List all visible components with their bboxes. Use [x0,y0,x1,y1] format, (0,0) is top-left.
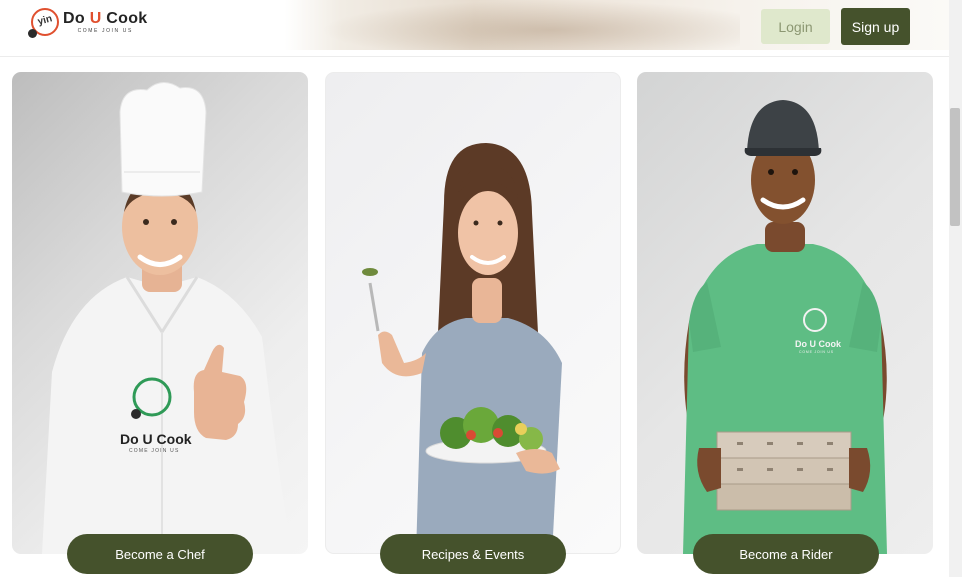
signup-button[interactable]: Sign up [841,8,910,45]
svg-text:COME JOIN US: COME JOIN US [129,448,180,454]
header-divider [0,56,949,57]
site-logo[interactable]: yin Do U Cook COME JOIN US [28,8,148,38]
svg-text:COME JOIN US: COME JOIN US [799,350,834,354]
logo-tagline: COME JOIN US [77,27,133,34]
site-header: yin Do U Cook COME JOIN US Login Sign up [0,0,949,50]
recipes-events-button[interactable]: Recipes & Events [380,534,566,574]
page-scrollbar[interactable] [949,0,962,577]
chef-card[interactable]: Do U Cook COME JOIN US [12,72,308,554]
header-banner-image [320,0,740,50]
chef-photo: Do U Cook COME JOIN US [42,82,292,554]
svg-text:Do U Cook: Do U Cook [120,431,192,447]
logo-icon: yin [28,8,59,38]
woman-salad-photo [362,143,562,553]
logo-title: Do U Cook [63,9,148,27]
recipes-card[interactable] [325,72,621,554]
become-rider-button[interactable]: Become a Rider [693,534,879,574]
scrollbar-thumb[interactable] [950,108,960,226]
rider-card[interactable]: Do U Cook COME JOIN US [637,72,933,554]
delivery-rider-photo: Do U Cook COME JOIN US [683,100,887,554]
svg-text:Do U Cook: Do U Cook [795,339,842,349]
login-button[interactable]: Login [761,9,830,44]
become-chef-button[interactable]: Become a Chef [67,534,253,574]
